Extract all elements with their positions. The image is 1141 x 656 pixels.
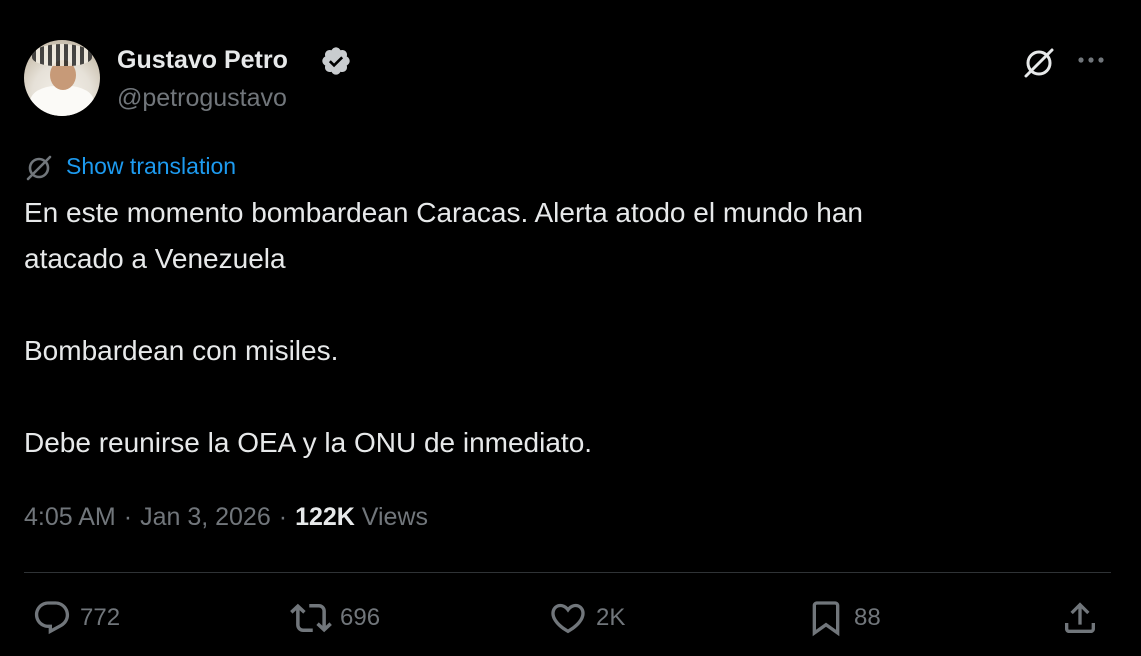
share-icon xyxy=(1065,602,1095,633)
reply-count: 772 xyxy=(80,604,121,631)
author-display-name[interactable]: Gustavo Petro xyxy=(117,44,288,76)
heart-icon xyxy=(551,603,585,634)
grok-icon[interactable] xyxy=(1020,44,1058,82)
share-button[interactable] xyxy=(1060,596,1100,640)
author-handle[interactable]: @petrogustavo xyxy=(117,82,287,114)
tweet-text-line: Bombardean con misiles. xyxy=(24,335,339,366)
avatar[interactable] xyxy=(24,40,100,116)
tweet-meta: 4:05 AM · Jan 3, 2026 · 122K Views xyxy=(24,499,428,535)
tweet-text-line: atacado a Venezuela xyxy=(24,243,286,274)
verified-badge-icon xyxy=(322,47,350,75)
avatar-shirt xyxy=(30,86,94,116)
meta-separator: · xyxy=(278,503,288,531)
bookmark-icon xyxy=(812,601,840,637)
repost-icon xyxy=(290,603,332,633)
tweet-text-line: Debe reunirse la OEA y la ONU de inmedia… xyxy=(24,427,593,458)
like-count: 2K xyxy=(596,604,626,631)
divider xyxy=(24,572,1111,573)
repost-button[interactable]: 696 xyxy=(290,596,380,640)
bookmark-count: 88 xyxy=(854,604,881,631)
reply-button[interactable]: 772 xyxy=(32,596,120,640)
views-count: 122K xyxy=(295,503,355,531)
tweet-time[interactable]: 4:05 AM xyxy=(24,503,116,531)
like-button[interactable]: 2K xyxy=(548,596,625,640)
tweet-text-line: En este momento bombardean Caracas. Aler… xyxy=(24,197,863,228)
repost-count: 696 xyxy=(340,604,381,631)
reply-icon xyxy=(34,601,70,635)
tweet-date[interactable]: Jan 3, 2026 xyxy=(140,503,271,531)
tweet-card[interactable]: Gustavo Petro @petrogustavo Show transla… xyxy=(0,0,1141,656)
more-horizontal-icon[interactable] xyxy=(1072,44,1110,76)
avatar-hat xyxy=(32,44,92,66)
views-label: Views xyxy=(361,503,429,531)
meta-separator: · xyxy=(123,503,133,531)
translate-icon xyxy=(26,155,52,181)
bookmark-button[interactable]: 88 xyxy=(806,596,881,640)
show-translation-link[interactable]: Show translation xyxy=(66,150,236,182)
